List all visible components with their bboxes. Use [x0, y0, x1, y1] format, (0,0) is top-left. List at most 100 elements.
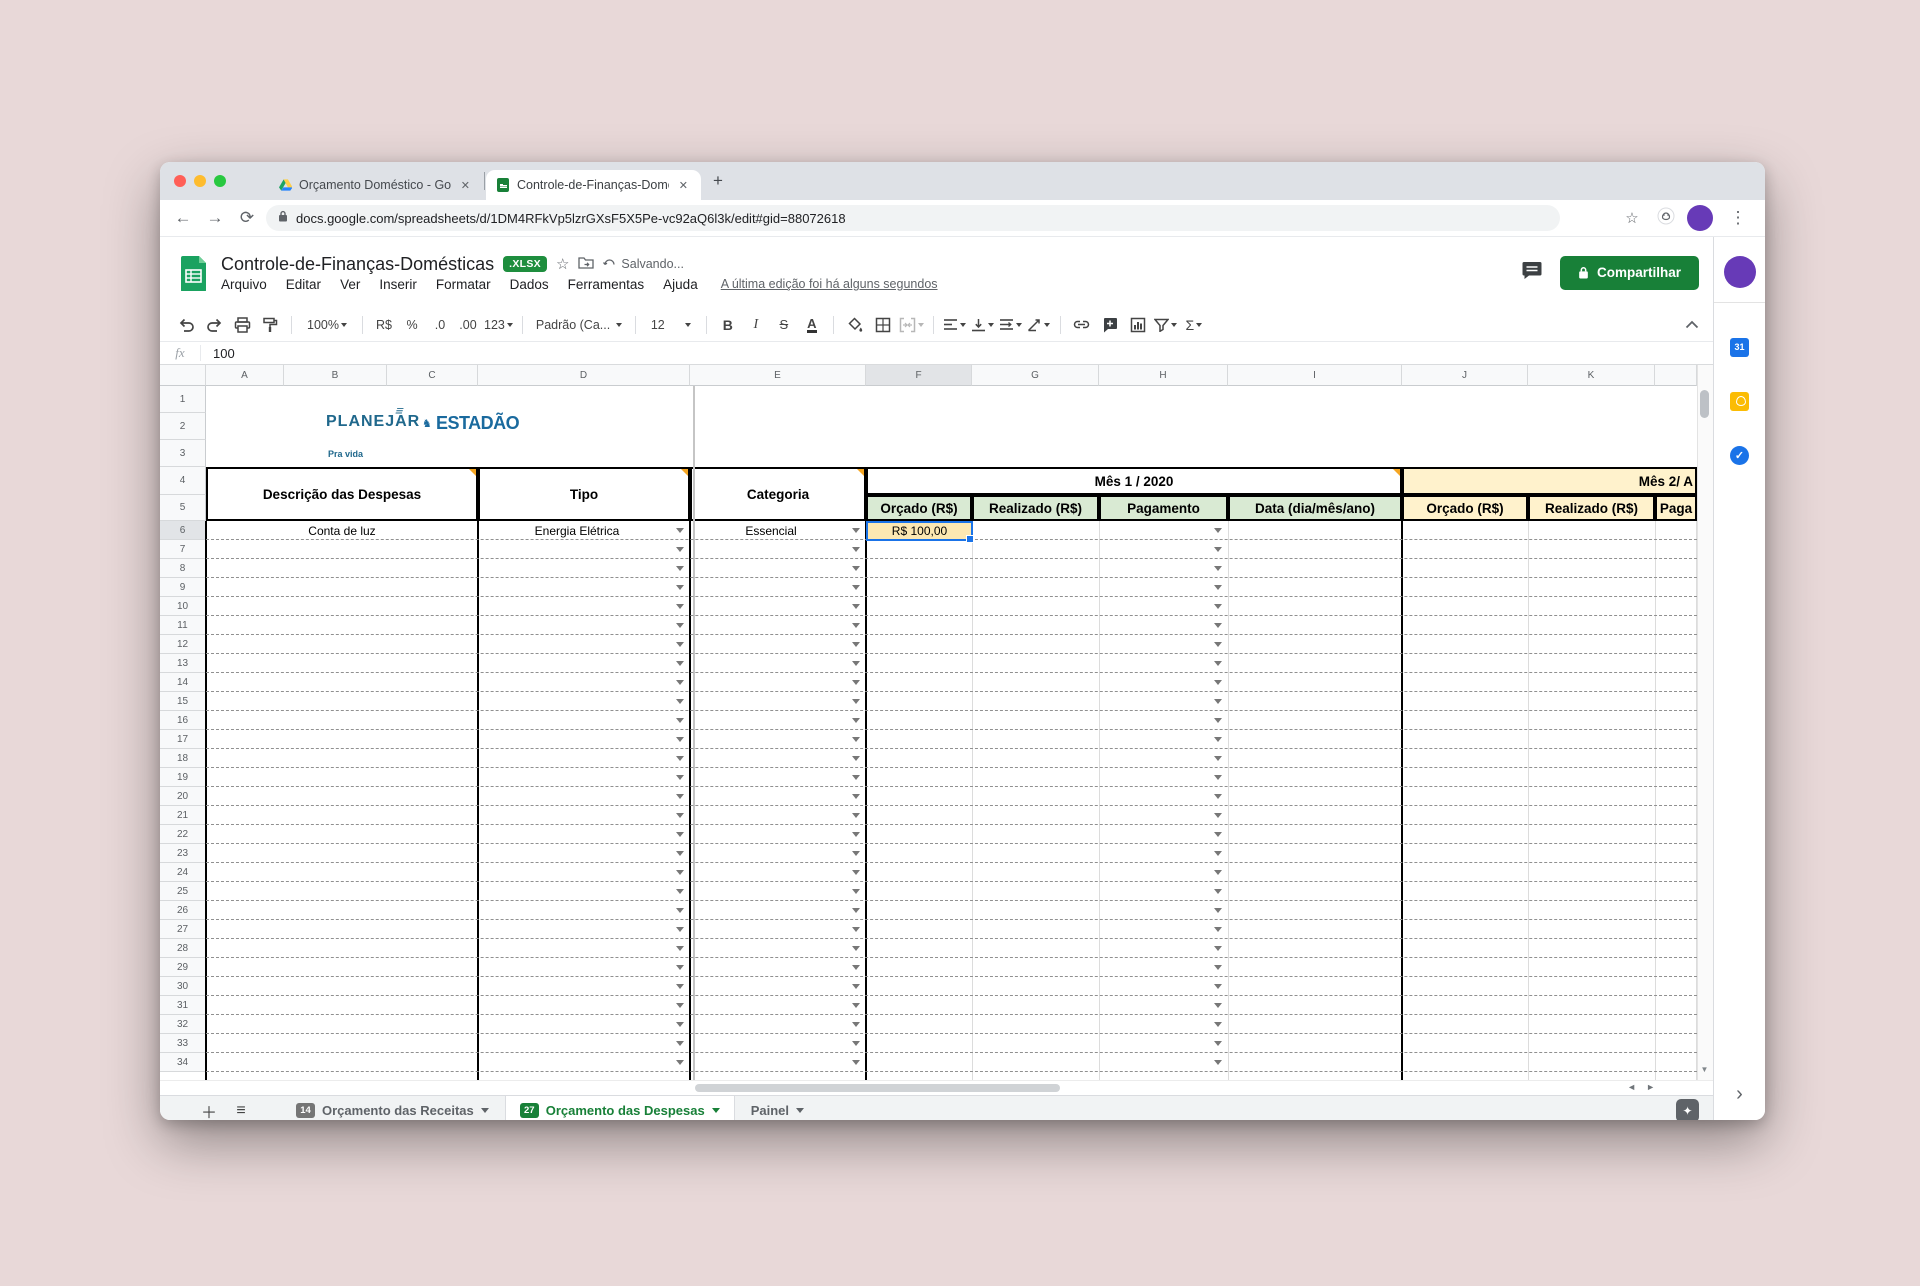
- cell-dropdown-icon[interactable]: [676, 1041, 684, 1050]
- cell-dropdown-icon[interactable]: [676, 718, 684, 727]
- macos-zoom-button[interactable]: [214, 175, 226, 187]
- cell-dropdown-icon[interactable]: [1214, 528, 1222, 537]
- row-header-15[interactable]: 15: [160, 692, 206, 711]
- comment-icon[interactable]: [1522, 261, 1542, 285]
- cell-dropdown-icon[interactable]: [676, 851, 684, 860]
- selection-fill-handle[interactable]: [966, 535, 974, 543]
- row-header-11[interactable]: 11: [160, 616, 206, 635]
- cell-dropdown-icon[interactable]: [1214, 623, 1222, 632]
- cell-dropdown-icon[interactable]: [852, 870, 860, 879]
- row-header-18[interactable]: 18: [160, 749, 206, 768]
- cell-dropdown-icon[interactable]: [676, 604, 684, 613]
- browser-tab-sheets[interactable]: Controle-de-Finanças-Domést ✕: [486, 170, 701, 200]
- row-header-26[interactable]: 26: [160, 901, 206, 920]
- cell-dropdown-icon[interactable]: [676, 832, 684, 841]
- row-header-28[interactable]: 28: [160, 939, 206, 958]
- cell-dropdown-icon[interactable]: [852, 889, 860, 898]
- row-header-1[interactable]: 1: [160, 386, 206, 413]
- calendar-icon[interactable]: 31: [1730, 337, 1750, 357]
- column-header-c[interactable]: C: [387, 365, 478, 386]
- column-header-i[interactable]: I: [1228, 365, 1402, 386]
- scroll-right-icon[interactable]: ►: [1646, 1082, 1665, 1092]
- row-header-25[interactable]: 25: [160, 882, 206, 901]
- row-header-16[interactable]: 16: [160, 711, 206, 730]
- cell-dropdown-icon[interactable]: [1214, 813, 1222, 822]
- cell-dropdown-icon[interactable]: [676, 585, 684, 594]
- cell-dropdown-icon[interactable]: [676, 528, 684, 537]
- cell-dropdown-icon[interactable]: [676, 680, 684, 689]
- cell-dropdown-icon[interactable]: [676, 547, 684, 556]
- column-header-g[interactable]: G: [972, 365, 1099, 386]
- cell-dropdown-icon[interactable]: [676, 737, 684, 746]
- vertical-align-button[interactable]: [971, 313, 995, 337]
- row-header-7[interactable]: 7: [160, 540, 206, 559]
- chrome-menu-icon[interactable]: ⋮: [1725, 208, 1751, 228]
- cell-dropdown-icon[interactable]: [676, 794, 684, 803]
- menu-arquivo[interactable]: Arquivo: [221, 277, 267, 292]
- back-icon[interactable]: ←: [170, 208, 196, 228]
- cell-dropdown-icon[interactable]: [1214, 889, 1222, 898]
- grid-corner[interactable]: [160, 365, 206, 386]
- cell-dropdown-icon[interactable]: [1214, 832, 1222, 841]
- cell-dropdown-icon[interactable]: [1214, 718, 1222, 727]
- text-rotation-button[interactable]: [1027, 313, 1051, 337]
- browser-profile-avatar[interactable]: [1687, 205, 1713, 231]
- explore-button[interactable]: ✦: [1676, 1099, 1699, 1120]
- star-icon[interactable]: ☆: [556, 255, 569, 273]
- row-header-3[interactable]: 3: [160, 440, 206, 467]
- format-percent-button[interactable]: %: [400, 313, 424, 337]
- cell-dropdown-icon[interactable]: [852, 585, 860, 594]
- column-header[interactable]: [1655, 365, 1697, 386]
- row-header-13[interactable]: 13: [160, 654, 206, 673]
- increase-decimals-button[interactable]: .00: [456, 313, 480, 337]
- cell-dropdown-icon[interactable]: [1214, 661, 1222, 670]
- bold-button[interactable]: B: [716, 313, 740, 337]
- cell-dropdown-icon[interactable]: [676, 566, 684, 575]
- row-header-19[interactable]: 19: [160, 768, 206, 787]
- macos-close-button[interactable]: [174, 175, 186, 187]
- print-icon[interactable]: [230, 313, 254, 337]
- cell-dropdown-icon[interactable]: [852, 756, 860, 765]
- cell-dropdown-icon[interactable]: [1214, 794, 1222, 803]
- row-header-27[interactable]: 27: [160, 920, 206, 939]
- cell-descricao-row6[interactable]: Conta de luz: [208, 521, 476, 540]
- cell-dropdown-icon[interactable]: [852, 1041, 860, 1050]
- menu-ferramentas[interactable]: Ferramentas: [568, 277, 645, 292]
- cell-dropdown-icon[interactable]: [852, 623, 860, 632]
- cell-dropdown-icon[interactable]: [1214, 775, 1222, 784]
- tasks-icon[interactable]: ✓: [1730, 445, 1750, 465]
- row-header-29[interactable]: 29: [160, 958, 206, 977]
- vertical-scrollbar[interactable]: [1697, 365, 1713, 1080]
- cell-dropdown-icon[interactable]: [1214, 737, 1222, 746]
- row-header-20[interactable]: 20: [160, 787, 206, 806]
- cell-dropdown-icon[interactable]: [1214, 927, 1222, 936]
- cell-dropdown-icon[interactable]: [676, 623, 684, 632]
- cell-dropdown-icon[interactable]: [852, 604, 860, 613]
- text-wrap-button[interactable]: [999, 313, 1023, 337]
- row-header-9[interactable]: 9: [160, 578, 206, 597]
- horizontal-align-button[interactable]: [943, 313, 967, 337]
- cell-categoria-row6[interactable]: Essencial: [692, 521, 850, 540]
- cell-dropdown-icon[interactable]: [852, 813, 860, 822]
- insert-chart-button[interactable]: [1126, 313, 1150, 337]
- browser-tab-drive[interactable]: Orçamento Doméstico - Googl ✕: [268, 170, 483, 200]
- row-header-17[interactable]: 17: [160, 730, 206, 749]
- sheet-menu-icon[interactable]: [480, 1108, 489, 1117]
- cell-dropdown-icon[interactable]: [676, 642, 684, 651]
- undo-icon[interactable]: [174, 313, 198, 337]
- move-folder-icon[interactable]: [578, 256, 595, 273]
- menu-ver[interactable]: Ver: [340, 277, 360, 292]
- cell-dropdown-icon[interactable]: [1214, 1003, 1222, 1012]
- sheet-tab-despesas[interactable]: 27 Orçamento das Despesas: [504, 1096, 735, 1120]
- cell-dropdown-icon[interactable]: [1214, 851, 1222, 860]
- last-edit-link[interactable]: A última edição foi há alguns segundos: [721, 277, 938, 291]
- column-header-k[interactable]: K: [1528, 365, 1655, 386]
- menu-inserir[interactable]: Inserir: [379, 277, 417, 292]
- cell-dropdown-icon[interactable]: [852, 566, 860, 575]
- cell-dropdown-icon[interactable]: [676, 889, 684, 898]
- sheet-tab-painel[interactable]: Painel: [737, 1096, 818, 1120]
- cell-dropdown-icon[interactable]: [676, 965, 684, 974]
- selected-cell-orcado-row6[interactable]: R$ 100,00: [866, 521, 973, 541]
- cell-dropdown-icon[interactable]: [1214, 756, 1222, 765]
- cell-dropdown-icon[interactable]: [852, 528, 860, 537]
